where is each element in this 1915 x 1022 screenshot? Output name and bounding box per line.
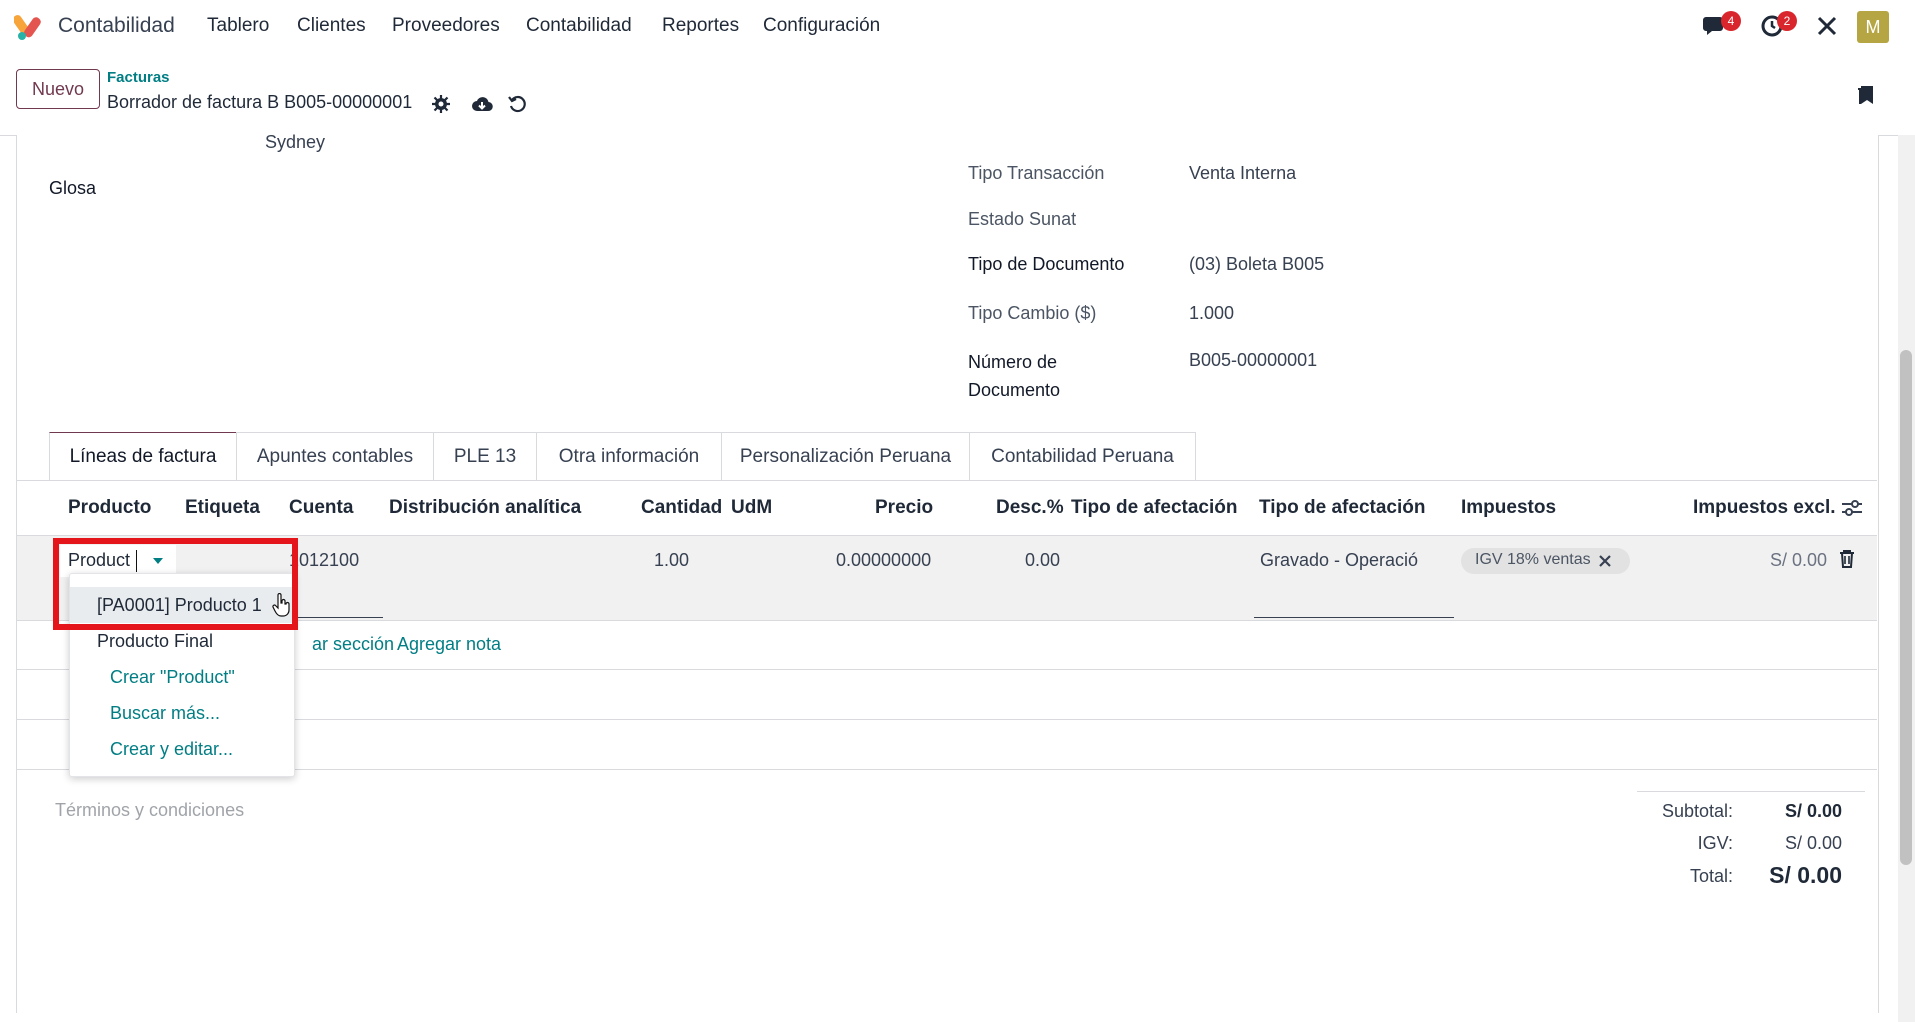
line-quantity[interactable]: 1.00 — [654, 550, 689, 571]
igv-label: IGV: — [1697, 833, 1733, 853]
col-impuestos-excl[interactable]: Impuestos excl. — [1693, 497, 1836, 519]
col-etiqueta[interactable]: Etiqueta — [185, 497, 260, 519]
gear-icon[interactable] — [432, 95, 450, 113]
subtotal-value: S/ 0.00 — [1784, 801, 1842, 821]
add-note-link[interactable]: Agregar nota — [397, 634, 501, 655]
line-affectation[interactable]: Gravado - Operació — [1260, 550, 1418, 571]
dropdown-create-edit[interactable]: Crear y editar... — [70, 731, 294, 767]
tax-tag-label: IGV 18% ventas — [1475, 551, 1591, 568]
menu-configuracion[interactable]: Configuración — [763, 15, 880, 37]
empty-row — [17, 719, 1877, 770]
optional-columns-icon[interactable] — [1841, 498, 1863, 518]
line-subtotal: S/ 0.00 — [1770, 550, 1828, 570]
tools-icon[interactable] — [1816, 15, 1838, 37]
menu-proveedores[interactable]: Proveedores — [392, 15, 500, 37]
app-logo-icon[interactable] — [14, 12, 44, 42]
menu-reportes[interactable]: Reportes — [662, 15, 739, 37]
menu-contabilidad[interactable]: Contabilidad — [526, 15, 632, 37]
tab-contabilidad-peruana[interactable]: Contabilidad Peruana — [969, 432, 1196, 480]
breadcrumb-facturas[interactable]: Facturas — [107, 69, 170, 86]
col-cuenta[interactable]: Cuenta — [289, 497, 353, 519]
app-name[interactable]: Contabilidad — [58, 14, 175, 38]
col-precio[interactable]: Precio — [875, 497, 933, 519]
numero-documento-label: Número de Documento — [968, 352, 1061, 400]
col-impuestos[interactable]: Impuestos — [1461, 497, 1556, 519]
total-label: Total: — [1689, 866, 1733, 886]
scrollbar-thumb[interactable] — [1900, 350, 1912, 865]
tab-otra-informacion[interactable]: Otra información — [536, 432, 722, 480]
control-panel: Nuevo Facturas Borrador de factura B B00… — [0, 55, 1915, 136]
col-tipo-afectacion-1[interactable]: Tipo de afectación — [1071, 497, 1237, 519]
col-cantidad[interactable]: Cantidad — [641, 497, 722, 519]
add-section-link[interactable]: ar sección — [312, 634, 394, 655]
glosa-label: Glosa — [49, 178, 97, 198]
col-producto[interactable]: Producto — [68, 497, 151, 519]
new-button[interactable]: Nuevo — [16, 69, 100, 109]
chat-badge: 4 — [1721, 11, 1741, 31]
tax-tag[interactable]: IGV 18% ventas — [1461, 548, 1630, 574]
menu-tablero[interactable]: Tablero — [207, 15, 269, 37]
empty-row — [17, 669, 1877, 720]
col-udm[interactable]: UdM — [731, 497, 772, 519]
trash-icon[interactable] — [1839, 550, 1855, 568]
tab-ple13[interactable]: PLE 13 — [433, 432, 537, 480]
estado-sunat-label: Estado Sunat — [968, 209, 1077, 229]
line-price[interactable]: 0.00000000 — [836, 550, 931, 571]
remove-tag-icon[interactable] — [1599, 555, 1611, 567]
cloud-save-icon[interactable] — [471, 95, 493, 113]
tipo-cambio-value[interactable]: 1.000 — [1189, 303, 1234, 324]
record-title: Borrador de factura B B005-00000001 — [107, 92, 413, 112]
affectation-underline — [1254, 617, 1454, 618]
totals-divider — [1637, 791, 1865, 792]
tab-apuntes-contables[interactable]: Apuntes contables — [236, 432, 434, 480]
tipo-transaccion-value[interactable]: Venta Interna — [1189, 163, 1296, 184]
partner-city: Sydney — [265, 132, 326, 152]
menu-clientes[interactable]: Clientes — [297, 15, 366, 37]
line-discount[interactable]: 0.00 — [1025, 550, 1060, 571]
highlight-box — [53, 538, 298, 630]
col-tipo-afectacion-2[interactable]: Tipo de afectación — [1259, 497, 1425, 519]
top-navbar: Contabilidad Tablero Clientes Proveedore… — [0, 0, 1915, 55]
total-value: S/ 0.00 — [1769, 862, 1842, 888]
col-distribucion-analitica[interactable]: Distribución analítica — [389, 497, 581, 519]
discard-undo-icon[interactable] — [508, 95, 526, 113]
col-descuento[interactable]: Desc.% — [996, 497, 1064, 519]
activity-badge: 2 — [1777, 11, 1797, 31]
terms-input[interactable]: Términos y condiciones — [55, 800, 244, 821]
tab-personalizacion-peruana[interactable]: Personalización Peruana — [721, 432, 970, 480]
tipo-cambio-label: Tipo Cambio ($) — [968, 303, 1097, 323]
igv-value: S/ 0.00 — [1784, 833, 1842, 853]
tab-lineas-factura[interactable]: Líneas de factura — [49, 432, 237, 480]
bookmark-icon[interactable] — [1857, 83, 1877, 107]
tipo-documento-label: Tipo de Documento — [968, 254, 1125, 274]
numero-documento-value[interactable]: B005-00000001 — [1189, 350, 1317, 371]
tipo-documento-value[interactable]: (03) Boleta B005 — [1189, 254, 1324, 275]
line-account[interactable]: 1012100 — [289, 550, 359, 571]
subtotal-label: Subtotal: — [1661, 801, 1733, 821]
dropdown-search-more[interactable]: Buscar más... — [70, 695, 294, 731]
dropdown-create[interactable]: Crear "Product" — [70, 659, 294, 695]
user-avatar[interactable]: M — [1857, 11, 1889, 43]
tipo-transaccion-label: Tipo Transacción — [968, 163, 1105, 183]
